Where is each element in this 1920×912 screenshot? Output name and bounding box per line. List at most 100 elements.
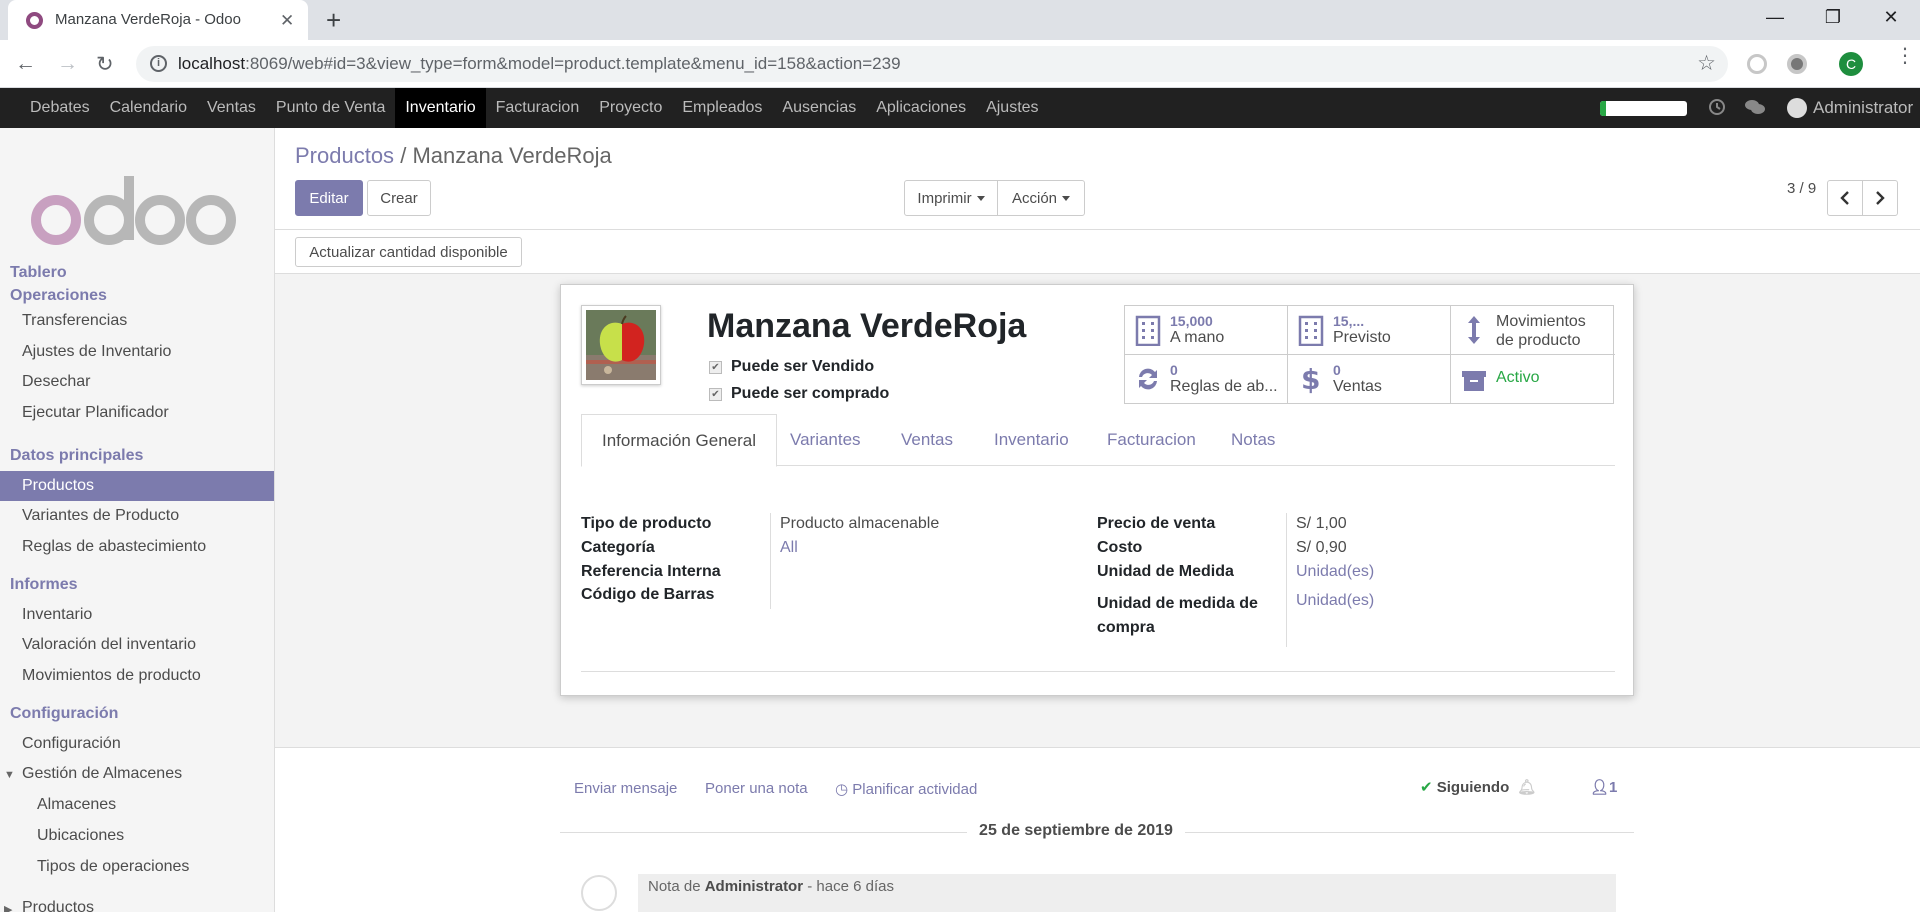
on-hand-button[interactable]: 15,000 A mano (1125, 306, 1288, 355)
reorder-rules-label: Reglas de ab... (1170, 378, 1278, 395)
reorder-rules-button[interactable]: 0 Reglas de ab... (1125, 355, 1288, 404)
tab-ventas[interactable]: Ventas (901, 414, 953, 466)
active-toggle-button[interactable]: Activo (1451, 355, 1615, 404)
create-button[interactable]: Crear (367, 180, 431, 216)
conversations-icon[interactable] (1744, 97, 1766, 117)
topmenu-item-calendario[interactable]: Calendario (100, 88, 197, 128)
sidebar-item-gestion-almacenes[interactable]: Gestión de Almacenes (0, 759, 274, 789)
moves-label-line1: Movimientos (1496, 313, 1586, 330)
forecast-button[interactable]: 15,... Previsto (1288, 306, 1451, 355)
followers-button[interactable]: 👤︎1 (1590, 778, 1617, 796)
bookmark-star-icon[interactable]: ☆ (1697, 51, 1716, 76)
note-author[interactable]: Administrator (705, 878, 803, 895)
topmenu-item-proyecto[interactable]: Proyecto (589, 88, 672, 128)
tab-variantes[interactable]: Variantes (790, 414, 861, 466)
reload-icon[interactable]: ↻ (96, 52, 114, 77)
sale-ok-field[interactable]: ✔ Puede ser Vendido (709, 358, 874, 376)
sidebar-cat-operaciones[interactable]: Operaciones (10, 287, 107, 305)
tab-inventario[interactable]: Inventario (994, 414, 1069, 466)
minimize-icon[interactable]: — (1746, 0, 1804, 36)
activity-clock-icon[interactable] (1707, 97, 1727, 117)
product-image[interactable] (581, 305, 661, 385)
sidebar-item-reglas[interactable]: Reglas de abastecimiento (0, 532, 274, 562)
restore-icon[interactable]: ❐ (1804, 0, 1862, 36)
building-icon (1298, 315, 1324, 346)
sidebar-item-inventario[interactable]: Inventario (0, 600, 274, 630)
author-avatar[interactable] (581, 875, 617, 911)
sidebar-item-ejecutar-planificador[interactable]: Ejecutar Planificador (0, 398, 274, 428)
topmenu-item-aplicaciones[interactable]: Aplicaciones (866, 88, 976, 128)
pager-next-button[interactable] (1862, 180, 1898, 216)
url-text[interactable]: localhost:8069/web#id=3&view_type=form&m… (178, 54, 901, 74)
sidebar-item-ajustes-inventario[interactable]: Ajustes de Inventario (0, 337, 274, 367)
topmenu-item-empleados[interactable]: Empleados (672, 88, 772, 128)
send-message-link[interactable]: Enviar mensaje (574, 780, 677, 797)
back-arrow-icon[interactable]: ← (15, 52, 36, 76)
print-dropdown[interactable]: Imprimir (904, 180, 998, 216)
product-moves-button[interactable]: Movimientos de producto (1451, 306, 1615, 355)
schedule-activity-link[interactable]: ◷ Planificar actividad (835, 780, 977, 798)
sidebar-item-desechar[interactable]: Desechar (0, 367, 274, 397)
profile-avatar[interactable]: C (1839, 52, 1863, 76)
pager-previous-button[interactable] (1827, 180, 1863, 216)
browser-menu-icon[interactable]: ⋮ (1895, 46, 1915, 66)
sidebar-item-ubicaciones[interactable]: Ubicaciones (0, 821, 274, 851)
forward-arrow-icon[interactable]: → (57, 52, 78, 76)
cost-value[interactable]: S/ 0,90 (1296, 539, 1347, 557)
extension-icon[interactable] (1747, 54, 1767, 74)
date-label: 25 de septiembre de 2019 (967, 822, 1185, 839)
uom-value[interactable]: Unidad(es) (1296, 563, 1374, 581)
sidebar-cat-informes[interactable]: Informes (10, 576, 78, 594)
sales-value: 0 (1333, 362, 1341, 378)
topmenu-item-debates[interactable]: Debates (20, 88, 100, 128)
sidebar-cat-tablero[interactable]: Tablero (10, 264, 67, 282)
topmenu-item-inventario[interactable]: Inventario (395, 88, 486, 128)
sale-price-value[interactable]: S/ 1,00 (1296, 515, 1347, 533)
update-quantity-button[interactable]: Actualizar cantidad disponible (295, 237, 522, 267)
caret-icon (1062, 195, 1071, 201)
sidebar-cat-datos[interactable]: Datos principales (10, 447, 143, 465)
topmenu-item-ausencias[interactable]: Ausencias (772, 88, 866, 128)
odoo-logo[interactable] (30, 170, 240, 250)
tab-facturacion[interactable]: Facturacion (1107, 414, 1196, 466)
sidebar-cat-configuracion[interactable]: Configuración (10, 705, 118, 723)
new-tab-icon[interactable]: + (326, 5, 341, 36)
breadcrumb-productos[interactable]: Productos (295, 143, 394, 168)
extension-2-icon[interactable] (1787, 54, 1807, 74)
bell-icon[interactable]: 🔔︎ (1517, 779, 1536, 796)
log-note-link[interactable]: Poner una nota (705, 780, 808, 797)
site-info-icon[interactable]: i (150, 55, 167, 72)
sidebar-item-movimientos[interactable]: Movimientos de producto (0, 661, 274, 691)
action-dropdown[interactable]: Acción (997, 180, 1085, 216)
window-close-icon[interactable]: ✕ (1862, 0, 1920, 36)
checkbox-checked-icon[interactable]: ✔ (709, 360, 722, 374)
sales-button[interactable]: $ 0 Ventas (1288, 355, 1451, 404)
user-menu[interactable]: Administrator (1787, 88, 1913, 128)
topmenu-item-facturacion[interactable]: Facturacion (486, 88, 590, 128)
type-value[interactable]: Producto almacenable (780, 515, 939, 533)
tab-informacion-general[interactable]: Información General (581, 414, 778, 467)
sidebar-item-tipos-operaciones[interactable]: Tipos de operaciones (0, 852, 274, 882)
sidebar-item-valoracion[interactable]: Valoración del inventario (0, 630, 274, 660)
sidebar-item-configuracion[interactable]: Configuración (0, 729, 274, 759)
schedule-activity-label: Planificar actividad (852, 781, 978, 798)
topmenu-item-ajustes[interactable]: Ajustes (976, 88, 1048, 128)
topmenu-item-ventas[interactable]: Ventas (197, 88, 266, 128)
address-bar[interactable]: i localhost:8069/web#id=3&view_type=form… (136, 46, 1728, 82)
following-status[interactable]: ✔ Siguiendo 🔔︎ (1420, 778, 1536, 796)
checkbox-checked-icon[interactable]: ✔ (709, 387, 722, 401)
edit-button[interactable]: Editar (295, 180, 363, 216)
sidebar-item-config-productos[interactable]: Productos (0, 893, 274, 912)
sidebar-item-productos[interactable]: Productos (0, 471, 274, 501)
product-name[interactable]: Manzana VerdeRoja (707, 307, 1026, 346)
sidebar-item-transferencias[interactable]: Transferencias (0, 306, 274, 336)
sidebar-item-almacenes[interactable]: Almacenes (0, 790, 274, 820)
sidebar-item-variantes[interactable]: Variantes de Producto (0, 501, 274, 531)
tab-close-icon[interactable]: ✕ (280, 11, 294, 31)
purchase-uom-value[interactable]: Unidad(es) (1296, 592, 1374, 610)
browser-tab[interactable]: Manzana VerdeRoja - Odoo ✕ (8, 0, 308, 40)
topmenu-item-punto-de-venta[interactable]: Punto de Venta (266, 88, 395, 128)
purchase-ok-field[interactable]: ✔ Puede ser comprado (709, 385, 889, 403)
category-value[interactable]: All (780, 539, 798, 557)
tab-notas[interactable]: Notas (1231, 414, 1275, 466)
